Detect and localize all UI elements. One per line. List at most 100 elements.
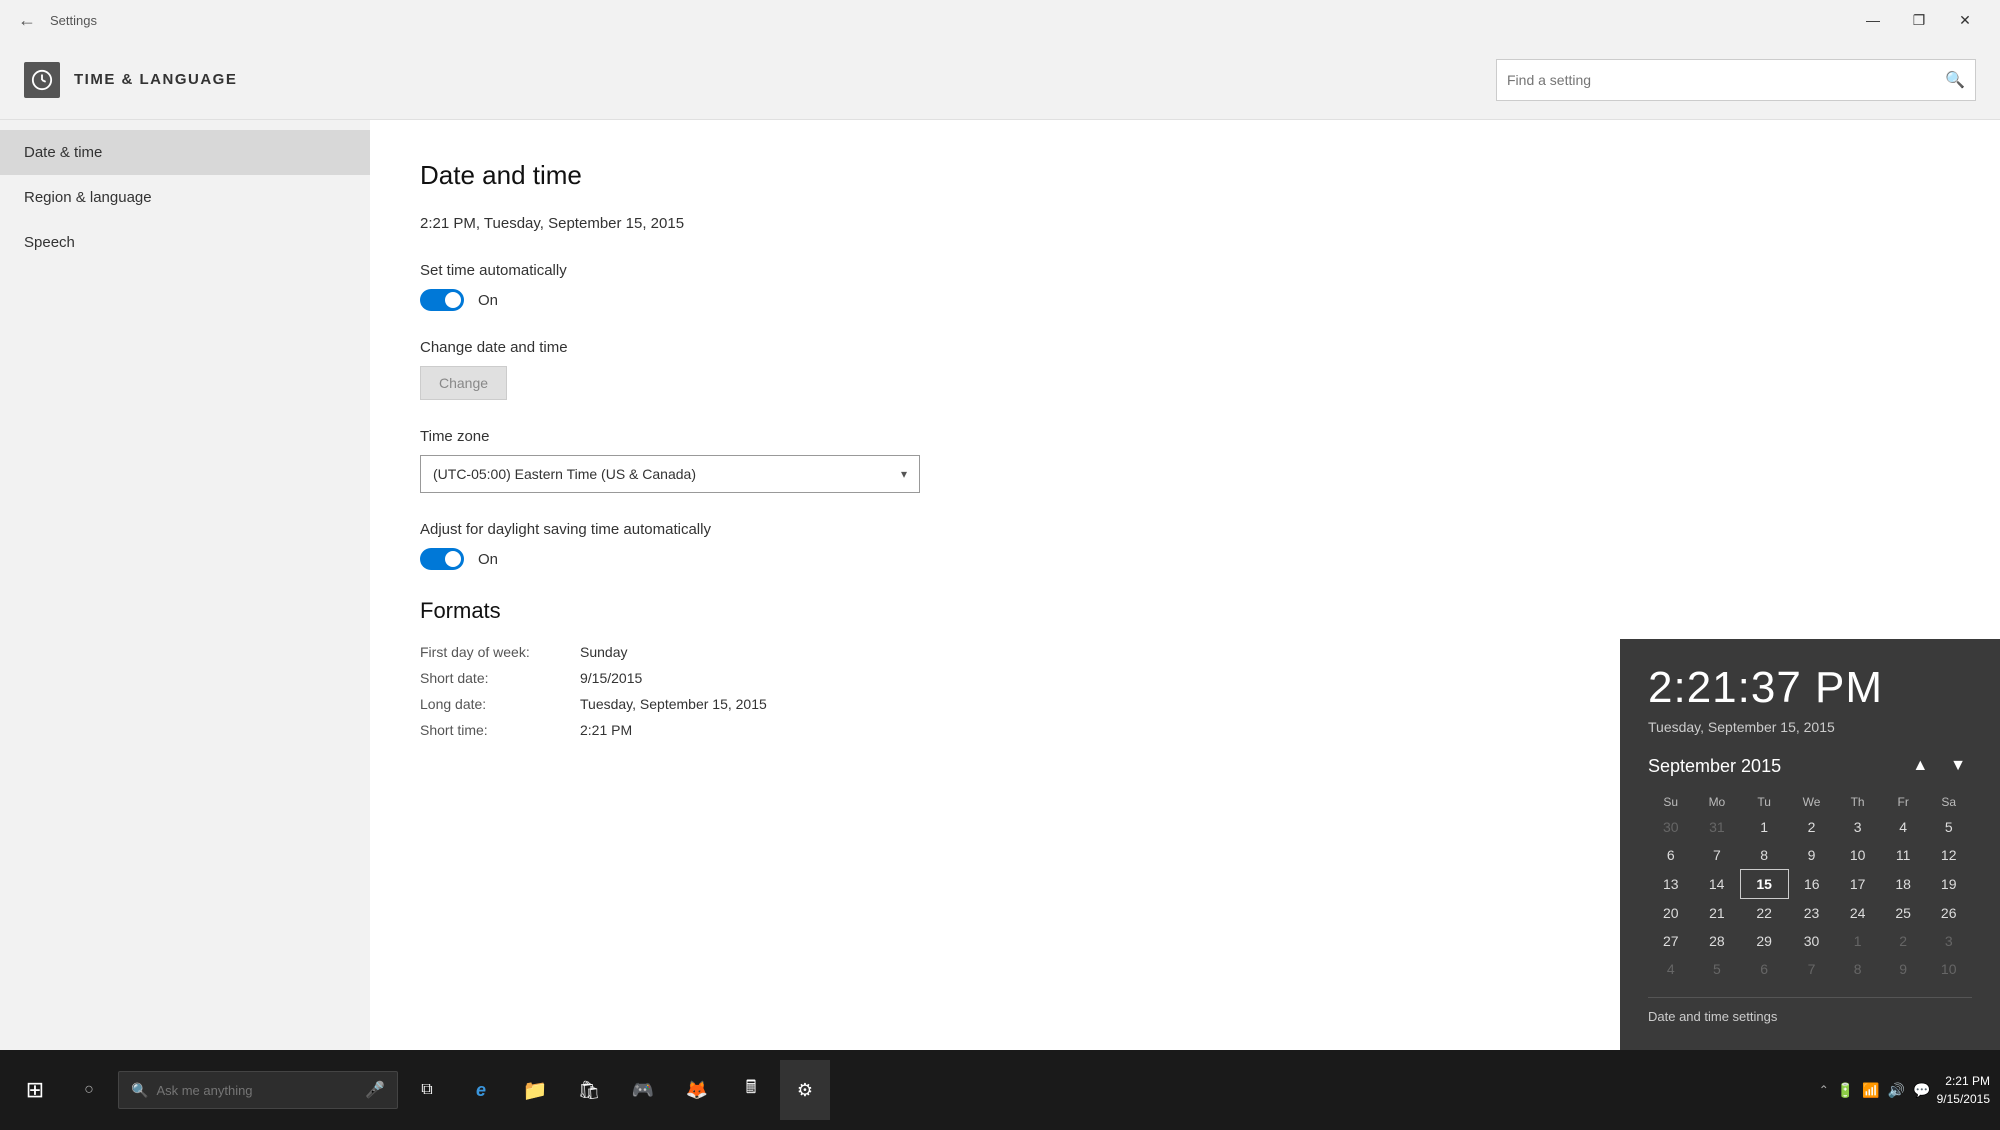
calendar-day[interactable]: 8 bbox=[1835, 955, 1881, 983]
datetime-settings-link[interactable]: Date and time settings bbox=[1648, 1009, 1777, 1024]
calendar-day[interactable]: 14 bbox=[1694, 870, 1741, 899]
firefox-button[interactable]: 🦊 bbox=[672, 1060, 722, 1120]
short-date-label: Short date: bbox=[420, 670, 580, 686]
back-button[interactable]: ← bbox=[12, 8, 42, 33]
calendar-day[interactable]: 31 bbox=[1694, 813, 1741, 841]
edge-button[interactable]: e bbox=[456, 1060, 506, 1120]
change-date-label: Change date and time bbox=[420, 339, 1950, 356]
close-button[interactable]: ✕ bbox=[1942, 0, 1988, 40]
taskbar-date: 9/15/2015 bbox=[1937, 1090, 1990, 1108]
calendar-day[interactable]: 1 bbox=[1835, 927, 1881, 955]
calendar-day[interactable]: 11 bbox=[1880, 841, 1926, 870]
calendar-day[interactable]: 26 bbox=[1926, 899, 1972, 928]
table-row: 13141516171819 bbox=[1648, 870, 1972, 899]
calendar-day[interactable]: 5 bbox=[1926, 813, 1972, 841]
speaker-icon[interactable]: 🔊 bbox=[1888, 1082, 1905, 1099]
section-title: Date and time bbox=[420, 160, 1950, 191]
calendar-day[interactable]: 30 bbox=[1788, 927, 1835, 955]
explorer-button[interactable]: 📁 bbox=[510, 1060, 560, 1120]
calendar-day[interactable]: 7 bbox=[1694, 841, 1741, 870]
short-time-label: Short time: bbox=[420, 722, 580, 738]
search-box[interactable]: 🔍 bbox=[1496, 59, 1976, 101]
taskbar-search-input[interactable] bbox=[156, 1083, 357, 1098]
calendar-popup: 2:21:37 PM Tuesday, September 15, 2015 S… bbox=[1620, 639, 2000, 1050]
calendar-day[interactable]: 3 bbox=[1926, 927, 1972, 955]
settings-button[interactable]: ⚙ bbox=[780, 1060, 830, 1120]
store-button[interactable]: 🛍 bbox=[564, 1060, 614, 1120]
calendar-day[interactable]: 24 bbox=[1835, 899, 1881, 928]
maximize-button[interactable]: ❐ bbox=[1896, 0, 1942, 40]
app-header: TIME & LANGUAGE 🔍 bbox=[0, 40, 2000, 120]
calendar-day[interactable]: 10 bbox=[1926, 955, 1972, 983]
cortana-button[interactable]: ○ bbox=[64, 1060, 114, 1120]
sidebar-item-date-time[interactable]: Date & time bbox=[0, 130, 370, 175]
calendar-day[interactable]: 10 bbox=[1835, 841, 1881, 870]
calendar-day[interactable]: 18 bbox=[1880, 870, 1926, 899]
calendar-day[interactable]: 3 bbox=[1835, 813, 1881, 841]
taskbar-time: 2:21 PM bbox=[1937, 1072, 1990, 1090]
cortana-icon: 🔍 bbox=[131, 1082, 148, 1099]
table-row: 6789101112 bbox=[1648, 841, 1972, 870]
calculator-button[interactable]: 🖩 bbox=[726, 1060, 776, 1120]
calendar-day[interactable]: 5 bbox=[1694, 955, 1741, 983]
calendar-day[interactable]: 27 bbox=[1648, 927, 1694, 955]
search-input[interactable] bbox=[1507, 72, 1945, 88]
calendar-day[interactable]: 15 bbox=[1740, 870, 1788, 899]
calendar-day[interactable]: 9 bbox=[1788, 841, 1835, 870]
daylight-toggle[interactable] bbox=[420, 548, 464, 570]
search-icon: 🔍 bbox=[1945, 70, 1965, 90]
table-row: 20212223242526 bbox=[1648, 899, 1972, 928]
calendar-day[interactable]: 29 bbox=[1740, 927, 1788, 955]
calendar-day[interactable]: 13 bbox=[1648, 870, 1694, 899]
calendar-day[interactable]: 23 bbox=[1788, 899, 1835, 928]
sidebar-item-region-language[interactable]: Region & language bbox=[0, 175, 370, 220]
minimize-button[interactable]: — bbox=[1850, 0, 1896, 40]
formats-title: Formats bbox=[420, 598, 1950, 624]
table-row: 303112345 bbox=[1648, 813, 1972, 841]
mic-icon: 🎤 bbox=[365, 1080, 385, 1100]
calendar-day[interactable]: 21 bbox=[1694, 899, 1741, 928]
calendar-prev-button[interactable]: ▲ bbox=[1906, 755, 1934, 777]
calendar-body: 3031123456789101112131415161718192021222… bbox=[1648, 813, 1972, 983]
timezone-select[interactable]: (UTC-05:00) Eastern Time (US & Canada) ▾ bbox=[420, 455, 920, 493]
calendar-day[interactable]: 16 bbox=[1788, 870, 1835, 899]
calendar-day[interactable]: 25 bbox=[1880, 899, 1926, 928]
calendar-day[interactable]: 12 bbox=[1926, 841, 1972, 870]
calendar-grid: SuMoTuWeThFrSa 3031123456789101112131415… bbox=[1648, 791, 1972, 983]
games-button[interactable]: 🎮 bbox=[618, 1060, 668, 1120]
calendar-day[interactable]: 4 bbox=[1648, 955, 1694, 983]
calendar-next-button[interactable]: ▼ bbox=[1944, 755, 1972, 777]
calendar-day[interactable]: 7 bbox=[1788, 955, 1835, 983]
calendar-day[interactable]: 6 bbox=[1648, 841, 1694, 870]
task-view-button[interactable]: ⧉ bbox=[402, 1060, 452, 1120]
calendar-day[interactable]: 2 bbox=[1880, 927, 1926, 955]
calendar-day[interactable]: 1 bbox=[1740, 813, 1788, 841]
taskbar-clock[interactable]: 2:21 PM 9/15/2015 bbox=[1937, 1072, 1990, 1108]
start-button[interactable]: ⊞ bbox=[10, 1060, 60, 1120]
calendar-day[interactable]: 19 bbox=[1926, 870, 1972, 899]
calendar-day[interactable]: 9 bbox=[1880, 955, 1926, 983]
calendar-day-header: Sa bbox=[1926, 791, 1972, 813]
message-icon[interactable]: 💬 bbox=[1913, 1082, 1930, 1099]
calendar-day-header: Fr bbox=[1880, 791, 1926, 813]
calendar-day[interactable]: 28 bbox=[1694, 927, 1741, 955]
sidebar-item-speech[interactable]: Speech bbox=[0, 220, 370, 265]
taskbar-search-box[interactable]: 🔍 🎤 bbox=[118, 1071, 398, 1109]
calendar-nav-buttons: ▲ ▼ bbox=[1906, 755, 1972, 777]
timezone-chevron-icon: ▾ bbox=[901, 467, 907, 481]
calendar-day[interactable]: 6 bbox=[1740, 955, 1788, 983]
calendar-day[interactable]: 22 bbox=[1740, 899, 1788, 928]
calendar-day[interactable]: 2 bbox=[1788, 813, 1835, 841]
daylight-toggle-knob bbox=[445, 551, 461, 567]
calendar-day[interactable]: 17 bbox=[1835, 870, 1881, 899]
tray-chevron[interactable]: ⌃ bbox=[1819, 1083, 1829, 1097]
set-time-auto-label: Set time automatically bbox=[420, 262, 1950, 279]
change-button[interactable]: Change bbox=[420, 366, 507, 400]
calendar-day[interactable]: 20 bbox=[1648, 899, 1694, 928]
calendar-day[interactable]: 30 bbox=[1648, 813, 1694, 841]
calendar-day[interactable]: 4 bbox=[1880, 813, 1926, 841]
app-name: Settings bbox=[50, 13, 97, 28]
calendar-day[interactable]: 8 bbox=[1740, 841, 1788, 870]
set-time-toggle[interactable] bbox=[420, 289, 464, 311]
set-time-toggle-row: On bbox=[420, 289, 1950, 311]
